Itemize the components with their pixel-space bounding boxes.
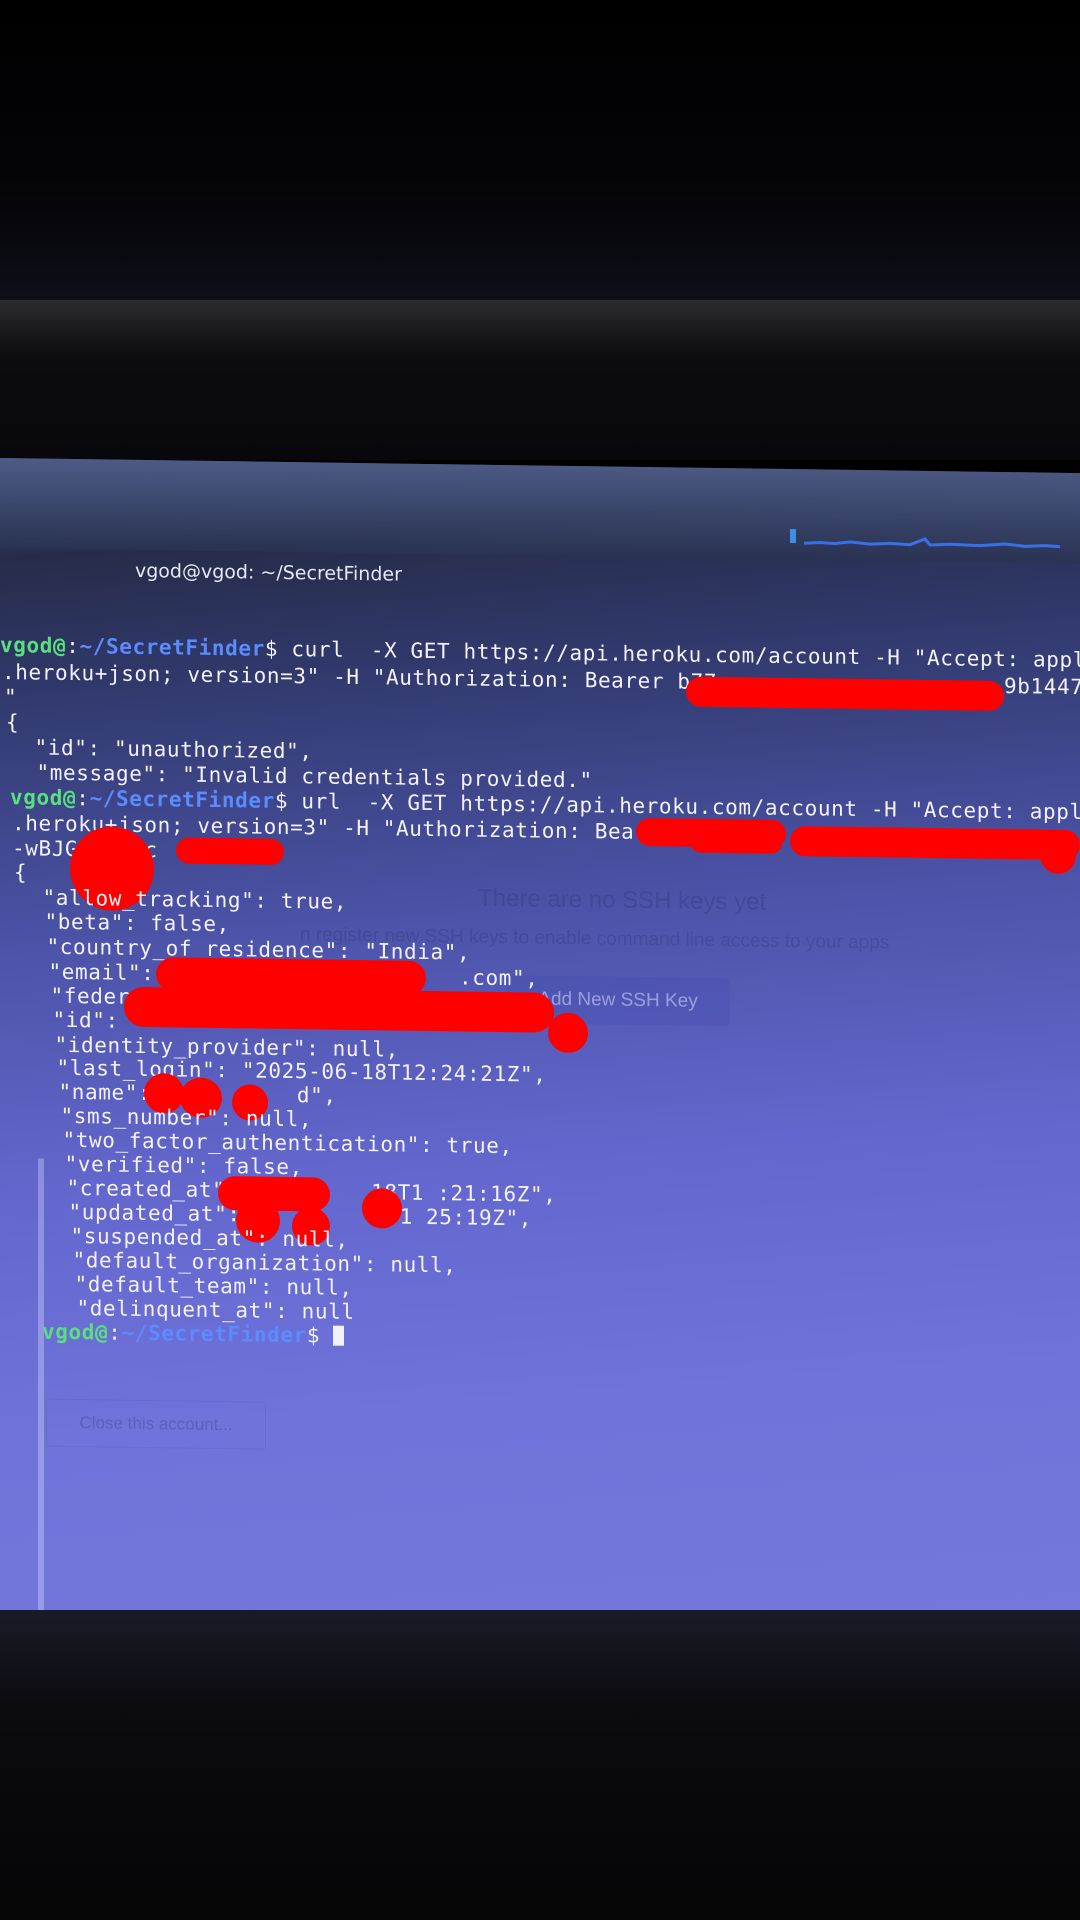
terminal-line: "beta": false, — [18, 909, 230, 937]
prompt-user: vgod@ — [10, 785, 77, 811]
terminal-line-cmd1-tail: 9b1447 — [1004, 674, 1080, 700]
prompt-path: ~/SecretFinder — [121, 1320, 307, 1348]
terminal-line: { — [6, 710, 20, 735]
redaction-mark — [124, 986, 554, 1033]
terminal-line-cmd1-end: " — [4, 685, 18, 710]
monitor-bezel-bottom — [0, 1610, 1080, 1920]
redaction-mark — [362, 1188, 402, 1229]
monitor-bezel-top — [0, 300, 1080, 460]
terminal-prompt-line[interactable]: vgod@:~/SecretFinder$ — [42, 1319, 345, 1348]
prompt-user: vgod@ — [0, 633, 67, 658]
terminal-line: "id": "unauthorized", — [8, 735, 313, 764]
redaction-mark — [176, 837, 284, 865]
redaction-mark — [686, 676, 1004, 712]
prompt-user: vgod@ — [42, 1319, 109, 1345]
ssh-keys-empty-heading: There are no SSH keys yet — [478, 884, 767, 916]
redaction-mark — [1040, 837, 1076, 875]
text-cursor — [333, 1325, 345, 1346]
close-account-button[interactable]: Close this account... — [46, 1398, 266, 1450]
prompt-path: ~/SecretFinder — [89, 786, 275, 813]
room-background — [0, 0, 1080, 300]
terminal-line: "verified": false, — [38, 1151, 303, 1180]
terminal-line: { — [14, 860, 28, 885]
redaction-mark — [548, 1012, 588, 1054]
redaction-mark — [790, 826, 1080, 861]
prompt-path: ~/SecretFinder — [79, 634, 265, 661]
redaction-mark — [690, 830, 782, 854]
monitor-screen: vgod@vgod: ~/SecretFinder There are no S… — [0, 458, 1080, 1644]
